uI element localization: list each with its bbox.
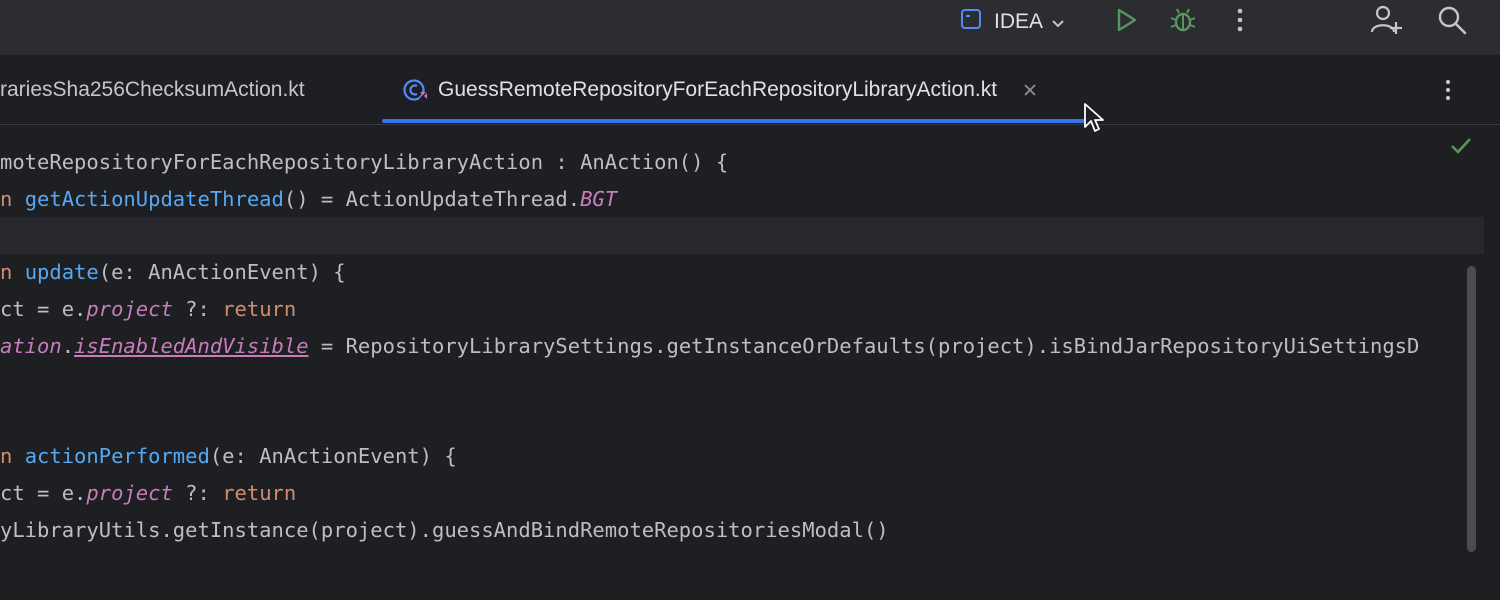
- code-token: moteRepositoryForEachRepositoryLibraryAc…: [0, 150, 729, 174]
- code-token: ct = e.: [0, 297, 87, 322]
- close-icon[interactable]: [1023, 83, 1037, 97]
- no-problems-check-icon[interactable]: [1450, 136, 1472, 161]
- code-with-me-button[interactable]: [1370, 4, 1402, 41]
- vertical-scrollbar[interactable]: [1467, 266, 1476, 552]
- code-token: ?:: [172, 297, 223, 322]
- code-token: return: [222, 481, 297, 506]
- code-token: ation: [0, 334, 62, 358]
- code-token: n: [0, 260, 25, 285]
- tab-guess-remote-repository-action[interactable]: GuessRemoteRepositoryForEachRepositoryLi…: [402, 55, 1037, 125]
- chevron-down-icon: [1051, 11, 1065, 35]
- mouse-pointer-icon: [1083, 102, 1105, 139]
- more-vertical-icon: [1235, 7, 1245, 38]
- code-line: ation.isEnabledAndVisible = RepositoryLi…: [0, 328, 1419, 365]
- code-line: n update(e: AnActionEvent) {: [0, 254, 346, 291]
- code-token: = RepositoryLibrarySettings.getInstanceO…: [308, 334, 1420, 358]
- kotlin-class-icon: [402, 77, 428, 103]
- project-config-icon: [960, 8, 982, 36]
- debug-button[interactable]: [1167, 6, 1199, 38]
- current-line-highlight: [0, 217, 1484, 254]
- main-toolbar: IDEA: [0, 0, 1500, 55]
- code-line: n actionPerformed(e: AnActionEvent) {: [0, 438, 457, 475]
- code-editor[interactable]: moteRepositoryForEachRepositoryLibraryAc…: [0, 126, 1500, 600]
- editor-tab-bar: rariesSha256ChecksumAction.kt GuessRemot…: [0, 55, 1500, 125]
- tab-checksum-action[interactable]: rariesSha256ChecksumAction.kt: [0, 55, 305, 125]
- run-configuration-selector[interactable]: IDEA: [960, 0, 1065, 44]
- code-token: isEnabledAndVisible: [74, 334, 309, 358]
- debug-icon: [1169, 6, 1197, 39]
- add-user-icon: [1370, 4, 1402, 41]
- code-token: ?:: [172, 481, 223, 506]
- code-token: ct = e.: [0, 481, 87, 506]
- code-token: (e: AnActionEvent) {: [209, 444, 457, 469]
- code-token: (e: AnActionEvent) {: [98, 260, 346, 285]
- code-token: update: [24, 260, 99, 285]
- code-line: n getActionUpdateThread() = ActionUpdate…: [0, 181, 617, 218]
- code-line: moteRepositoryForEachRepositoryLibraryAc…: [0, 144, 728, 181]
- code-token: .: [61, 334, 75, 358]
- code-token: n: [0, 444, 25, 469]
- code-token: () = ActionUpdateThread.: [283, 186, 581, 211]
- code-line: ct = e.project ?: return: [0, 475, 296, 512]
- more-vertical-icon: [1443, 78, 1453, 102]
- search-everywhere-button[interactable]: [1436, 6, 1468, 38]
- tab-label: GuessRemoteRepositoryForEachRepositoryLi…: [438, 78, 998, 101]
- code-token: n: [0, 186, 25, 211]
- code-token: getActionUpdateThread: [24, 186, 284, 211]
- search-icon: [1437, 5, 1467, 40]
- code-token: BGT: [580, 186, 618, 211]
- code-token: actionPerformed: [24, 444, 210, 469]
- more-actions-button[interactable]: [1224, 6, 1256, 38]
- code-token: project: [86, 297, 173, 322]
- code-token: return: [222, 297, 297, 322]
- code-line: ct = e.project ?: return: [0, 291, 296, 328]
- tab-label: rariesSha256ChecksumAction.kt: [0, 78, 305, 101]
- run-icon: [1113, 7, 1139, 38]
- tab-options-button[interactable]: [1443, 55, 1453, 125]
- active-tab-indicator: [382, 119, 1088, 123]
- run-button[interactable]: [1110, 6, 1142, 38]
- code-token: yLibraryUtils.getInstance(project).guess…: [0, 518, 889, 542]
- code-token: project: [86, 481, 173, 506]
- code-line: yLibraryUtils.getInstance(project).guess…: [0, 512, 889, 549]
- project-name: IDEA: [994, 10, 1044, 33]
